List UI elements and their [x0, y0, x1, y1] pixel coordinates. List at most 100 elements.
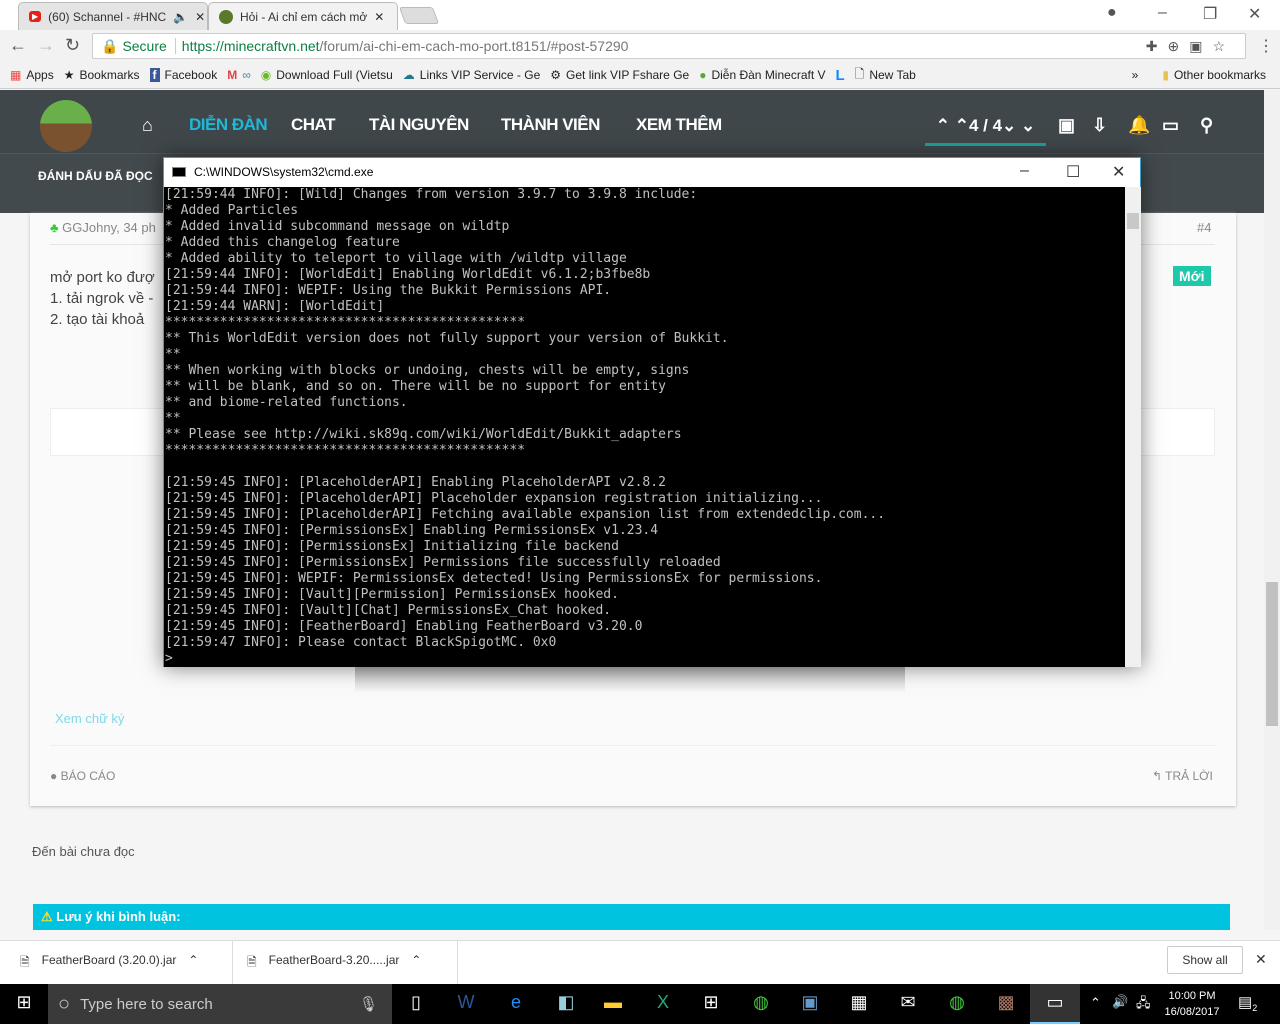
app-icon[interactable]: ◧ [554, 992, 578, 1016]
task-view-icon[interactable]: ▯ [404, 992, 428, 1016]
bookmark-download[interactable]: ◉ Download Full (Vietsu [261, 68, 393, 82]
extension-icons[interactable]: ✚⊕▣☆ [1146, 38, 1235, 55]
notice-bar: ⚠ Lưu ý khi bình luận: [33, 904, 1230, 930]
console-line: [21:59:44 INFO]: [Wild] Changes from ver… [165, 187, 698, 202]
unread-link[interactable]: Đến bài chưa đọc [32, 844, 135, 859]
other-bookmarks[interactable]: ▮ Other bookmarks [1162, 68, 1266, 82]
network-icon[interactable]: 🖧 [1136, 994, 1151, 1016]
chrome-icon[interactable]: ◍ [945, 992, 969, 1016]
close-window-button[interactable]: ✕ [1248, 4, 1261, 24]
cmd-scrollbar[interactable] [1125, 187, 1141, 667]
excel-icon[interactable]: X [651, 992, 675, 1016]
film-icon: ◉ [260, 68, 272, 82]
chrome-icon[interactable]: ◍ [749, 992, 773, 1016]
bookmark-gmail[interactable]: M ∞ [227, 68, 251, 82]
back-button[interactable]: ← [9, 35, 27, 56]
tray-chevron-icon[interactable]: ⌃ [1090, 995, 1101, 1011]
bookmark-facebook[interactable]: f Facebook [149, 68, 217, 82]
page-scrollbar[interactable] [1264, 90, 1280, 930]
avatar[interactable]: ▣ [1058, 115, 1075, 136]
reply-link[interactable]: ↰ TRẢ LỜI [1152, 769, 1213, 783]
close-tab-icon[interactable]: ✕ [195, 10, 205, 24]
bookmark-new-tab[interactable]: 🗋 New Tab [855, 65, 916, 86]
cmd-window[interactable]: C:\WINDOWS\system32\cmd.exe – ☐ ✕ [21:59… [163, 157, 1141, 667]
bookmark-links-vip[interactable]: ☁ Links VIP Service - Ge [403, 68, 541, 82]
network-app-icon[interactable]: ▣ [798, 992, 822, 1016]
nav-forum[interactable]: DIỄN ĐÀN [189, 115, 268, 135]
tab-youtube[interactable]: ▶ (60) Schannel - #HNC 🔈 ✕ [18, 2, 208, 30]
forum-header: ⌂ DIỄN ĐÀN CHAT TÀI NGUYÊN THÀNH VIÊN XE… [0, 90, 1264, 153]
bookmark-minecraft[interactable]: ● Diễn Đàn Minecraft V [699, 68, 825, 82]
view-signature-link[interactable]: Xem chữ ký [55, 711, 124, 726]
show-all-button[interactable]: Show all [1167, 946, 1243, 974]
console-line: * Added ability to teleport to village w… [165, 251, 627, 266]
inbox-icon[interactable]: ⇩ [1092, 115, 1107, 136]
edge-icon[interactable]: e [504, 992, 528, 1016]
menu-icon[interactable]: ⋮ [1258, 36, 1274, 56]
nav-chat[interactable]: CHAT [291, 115, 335, 135]
reload-button[interactable]: ↻ [65, 35, 80, 56]
site-logo[interactable] [40, 100, 92, 152]
minecraft-icon[interactable]: ▩ [994, 992, 1018, 1016]
tab-forum[interactable]: Hỏi - Ai chỉ em cách mở ✕ [208, 2, 398, 30]
file-explorer-icon[interactable]: ▬ [601, 992, 625, 1016]
chevron-up-icon[interactable]: ⌃ [411, 953, 421, 974]
calculator-icon[interactable]: ▦ [847, 992, 871, 1016]
bookmark-bookmarks[interactable]: ★ Bookmarks [64, 68, 140, 82]
bookmark-fshare[interactable]: ⚙ Get link VIP Fshare Ge [550, 68, 689, 82]
search-icon[interactable]: ⚲ [1200, 115, 1213, 136]
volume-icon[interactable]: 🔊 [1112, 994, 1128, 1010]
download-bar: 🗎 FeatherBoard (3.20.0).jar ⌃ 🗎 FeatherBoar… [0, 940, 1280, 985]
mic-icon[interactable]: 🎙 [359, 995, 378, 1013]
address-bar[interactable]: 🔒 Secure https://minecraftvn.net/forum/a… [92, 33, 1246, 59]
page-icon: 🗋 [854, 66, 865, 81]
restore-button[interactable]: ❐ [1203, 4, 1217, 24]
store-icon[interactable]: ⊞ [699, 992, 723, 1016]
close-tab-icon[interactable]: ✕ [374, 10, 384, 24]
download-item[interactable]: 🗎 FeatherBoard (3.20.0).jar ⌃ [20, 953, 198, 974]
chevron-up-icon[interactable]: ⌃ [188, 953, 198, 974]
bell-icon[interactable]: 🔔 [1128, 115, 1150, 136]
jar-file-icon: 🗎 [20, 955, 30, 969]
download-item[interactable]: 🗎 FeatherBoard-3.20.....jar ⌃ [247, 953, 421, 974]
post-number[interactable]: #4 [1197, 220, 1211, 235]
console-line: [21:59:45 INFO]: [PermissionsEx] Permiss… [165, 555, 721, 570]
nav-members[interactable]: THÀNH VIÊN [501, 115, 600, 135]
cortana-icon: ○ [58, 992, 71, 1015]
word-icon[interactable]: W [454, 992, 478, 1016]
nav-more[interactable]: XEM THÊM [636, 115, 722, 135]
cmd-close-button[interactable]: ✕ [1112, 162, 1125, 182]
mark-read-link[interactable]: ĐÁNH DẤU ĐÃ ĐỌC [38, 169, 153, 183]
page-navigator[interactable]: ⌃ ⌃4 / 4⌄ ⌄ [925, 116, 1046, 146]
console-line: ** [165, 411, 181, 426]
console-line: [21:59:44 WARN]: [WorldEdit] [165, 299, 385, 314]
bookmark-apps[interactable]: ▦ Apps [10, 68, 54, 82]
cmd-maximize-button[interactable]: ☐ [1066, 162, 1080, 182]
forward-button[interactable]: → [37, 35, 55, 56]
action-center-icon[interactable]: ▤2 [1238, 993, 1257, 1013]
profile-icon[interactable]: ● [1107, 4, 1117, 22]
windows-start-icon[interactable]: ⊞ [12, 992, 36, 1016]
post-author[interactable]: ♣ GGJohny, 34 ph [50, 220, 156, 235]
console-line: ** and biome-related functions. [165, 395, 408, 410]
nav-resources[interactable]: TÀI NGUYÊN [369, 115, 469, 135]
clock[interactable]: 10:00 PM 16/08/2017 [1160, 988, 1224, 1020]
new-tab-button[interactable] [398, 7, 440, 24]
cmd-minimize-button[interactable]: – [1020, 162, 1029, 180]
console-line: > [165, 651, 173, 666]
more-bookmarks-icon[interactable]: » [1132, 68, 1139, 82]
console-line: ** will be blank, and so on. There will … [165, 379, 666, 394]
console-line: [21:59:45 INFO]: [PermissionsEx] Enablin… [165, 523, 659, 538]
close-downloads-icon[interactable]: ✕ [1255, 951, 1267, 968]
home-icon[interactable]: ⌂ [142, 115, 153, 136]
cmd-taskbar-button[interactable]: ▭ [1030, 984, 1080, 1024]
mail-icon[interactable]: ✉ [896, 992, 920, 1016]
console-output[interactable]: [21:59:44 INFO]: [Wild] Changes from ver… [164, 187, 1125, 667]
minimize-button[interactable]: – [1158, 4, 1167, 22]
money-icon[interactable]: ▭ [1162, 115, 1179, 136]
console-line: [21:59:45 INFO]: [Vault][Permission] Per… [165, 587, 619, 602]
report-link[interactable]: ● BÁO CÁO [50, 769, 115, 783]
signature-image [355, 663, 905, 693]
bookmark-l[interactable]: L [836, 67, 845, 84]
search-box[interactable]: ○ Type here to search 🎙 [48, 984, 392, 1024]
